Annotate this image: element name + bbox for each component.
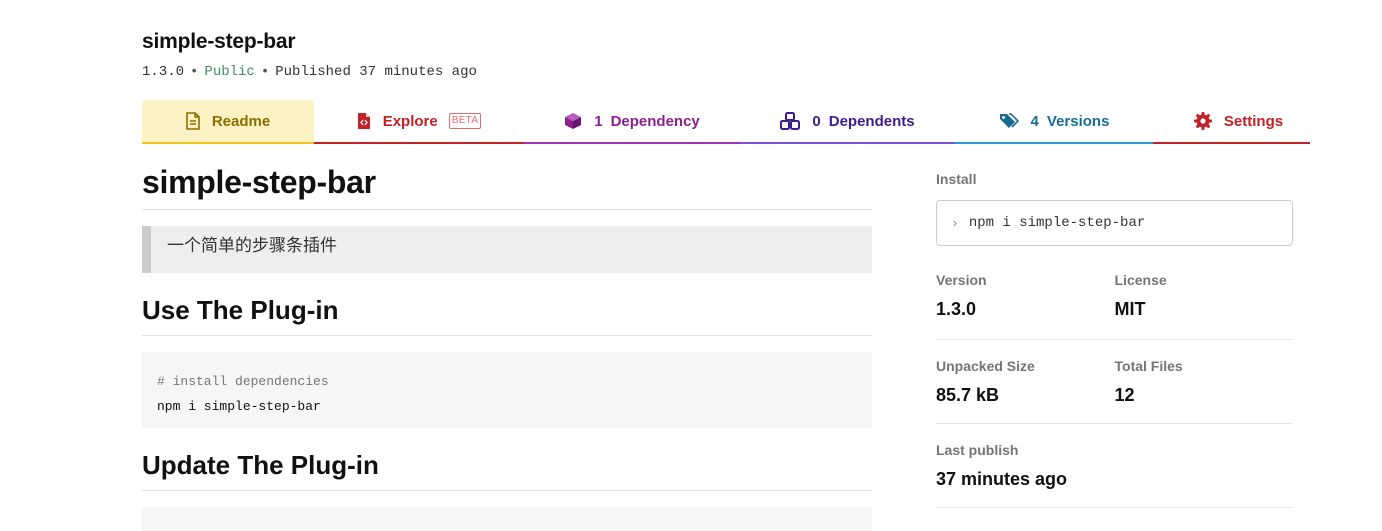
package-meta: 1.3.0 • Public • Published 37 minutes ago: [142, 63, 477, 81]
tab-explore[interactable]: Explore BETA: [314, 100, 524, 144]
tab-settings-label: Settings: [1223, 112, 1284, 130]
gear-icon: [1193, 112, 1212, 130]
install-command: npm i simple-step-bar: [968, 215, 1146, 231]
total-files-cell: Total Files 12: [1115, 357, 1294, 423]
license-cell: License MIT: [1115, 271, 1294, 339]
total-files-label: Total Files: [1114, 358, 1183, 374]
published-time: Published 37 minutes ago: [275, 64, 477, 80]
prompt-chevron-icon: ›: [951, 215, 959, 231]
code-comment: # install dependencies: [157, 374, 329, 389]
package-tabs: Readme Explore BETA 1 Dependency 0 Depen…: [142, 100, 1310, 144]
cube-icon: [565, 113, 582, 129]
version-value: 1.3.0: [936, 299, 977, 319]
npm-package-page: simple-step-bar 1.3.0 • Public • Published 3…: [0, 0, 1382, 531]
tab-readme[interactable]: Readme: [142, 100, 314, 144]
last-publish-label: Last publish: [936, 442, 1019, 458]
tab-explore-label: Explore: [382, 112, 438, 130]
tab-settings[interactable]: Settings: [1153, 100, 1310, 144]
tab-dependents-label: Dependents: [828, 112, 915, 130]
meta-row-version: Version 1.3.0 License MIT: [936, 271, 1293, 340]
section-heading-update: Update The Plug-in: [142, 448, 872, 491]
total-files-value: 12: [1114, 385, 1135, 405]
tab-versions[interactable]: 4 Versions: [955, 100, 1153, 144]
code-block: # install dependencies npm i simple-step…: [142, 352, 872, 428]
readme-file-icon: [186, 112, 200, 130]
beta-badge: BETA: [448, 113, 482, 129]
readme-title: simple-step-bar: [142, 158, 872, 210]
last-publish-cell: Last publish 37 minutes ago: [936, 441, 1293, 507]
cubes-icon: [780, 112, 801, 130]
separator-dot: •: [190, 64, 199, 80]
license-value: MIT: [1114, 299, 1146, 319]
tab-versions-label: Versions: [1046, 112, 1110, 130]
license-label: License: [1114, 272, 1167, 288]
tab-dependency[interactable]: 1 Dependency: [524, 100, 740, 144]
tab-dependents[interactable]: 0 Dependents: [740, 100, 955, 144]
readme-content: simple-step-bar 一个简单的步骤条插件 Use The Plug-…: [142, 158, 872, 531]
tags-icon: [999, 113, 1019, 128]
package-header: simple-step-bar 1.3.0 • Public • Published 3…: [142, 28, 477, 81]
package-version: 1.3.0: [142, 64, 185, 80]
package-sidebar: Install › npm i simple-step-bar Version …: [936, 170, 1293, 508]
separator-dot: •: [260, 64, 270, 80]
version-cell: Version 1.3.0: [936, 271, 1115, 339]
install-label: Install: [936, 171, 977, 187]
readme-description: 一个简单的步骤条插件: [142, 226, 872, 273]
unpacked-size-cell: Unpacked Size 85.7 kB: [936, 357, 1115, 423]
section-heading-use: Use The Plug-in: [142, 293, 872, 336]
tab-readme-label: Readme: [211, 112, 271, 130]
version-label: Version: [936, 272, 987, 288]
unpacked-size-value: 85.7 kB: [936, 385, 1000, 405]
package-name: simple-step-bar: [142, 30, 296, 53]
tab-dependency-label: Dependency: [610, 112, 700, 130]
visibility-label: Public: [204, 64, 255, 80]
code-command: npm i simple-step-bar: [157, 399, 321, 414]
code-block-partial: [142, 507, 872, 531]
dependents-count: 0: [812, 112, 821, 130]
dependency-count: 1: [594, 112, 603, 130]
versions-count: 4: [1030, 112, 1039, 130]
last-publish-value: 37 minutes ago: [936, 469, 1068, 489]
unpacked-size-label: Unpacked Size: [936, 358, 1035, 374]
explore-file-icon: [357, 113, 370, 129]
meta-row-last-publish: Last publish 37 minutes ago: [936, 424, 1293, 508]
install-command-box[interactable]: › npm i simple-step-bar: [936, 200, 1293, 246]
meta-row-size: Unpacked Size 85.7 kB Total Files 12: [936, 340, 1293, 424]
